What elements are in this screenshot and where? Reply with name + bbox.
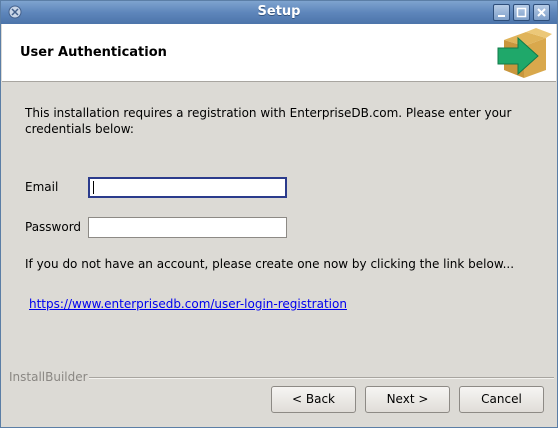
close-icon: [537, 8, 546, 17]
maximize-button[interactable]: [513, 4, 530, 21]
password-label: Password: [25, 220, 82, 234]
close-button[interactable]: [533, 4, 550, 21]
description-text: This installation requires a registratio…: [25, 106, 512, 136]
password-field[interactable]: [88, 217, 287, 238]
setup-window: Setup User Authentication This installat…: [0, 0, 558, 428]
footer-divider: [89, 377, 554, 379]
title-bar[interactable]: Setup: [1, 1, 557, 24]
email-label: Email: [25, 180, 59, 194]
cancel-button[interactable]: Cancel: [459, 386, 544, 413]
email-field[interactable]: [88, 177, 287, 198]
installbuilder-brand: InstallBuilder: [9, 370, 88, 384]
page-header: User Authentication: [2, 24, 556, 82]
minimize-icon: [498, 15, 505, 17]
maximize-icon: [516, 7, 527, 18]
registration-hint: If you do not have an account, please cr…: [25, 257, 515, 271]
registration-link[interactable]: https://www.enterprisedb.com/user-login-…: [29, 297, 347, 311]
minimize-button[interactable]: [493, 4, 510, 21]
next-button[interactable]: Next >: [365, 386, 450, 413]
installer-box-arrow-icon: [497, 28, 552, 78]
text-caret: [93, 181, 94, 194]
page-title: User Authentication: [20, 45, 167, 60]
back-button[interactable]: < Back: [271, 386, 356, 413]
window-title: Setup: [257, 4, 301, 19]
